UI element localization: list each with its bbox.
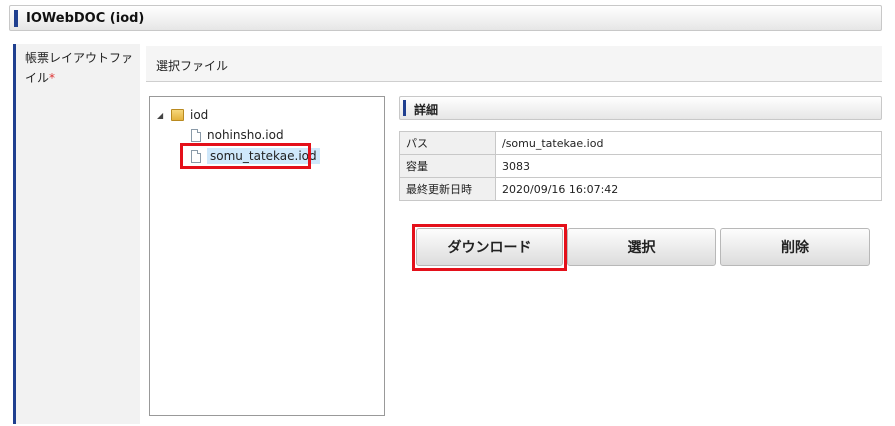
detail-key: 最終更新日時	[399, 177, 496, 201]
panel-title: IOWebDOC (iod)	[26, 11, 145, 26]
tree-node-file[interactable]: nohinsho.iod	[191, 126, 284, 144]
highlight-box	[180, 143, 311, 169]
detail-header-accent-bar	[403, 100, 406, 116]
file-selector: 選択ファイル ◢ iod nohinsho.iod somu_tatekae.i…	[144, 44, 884, 424]
highlight-box	[412, 224, 567, 271]
delete-button[interactable]: 削除	[720, 228, 870, 266]
detail-table: パス /somu_tatekae.iod 容量 3083 最終更新日時 2020…	[399, 131, 882, 201]
detail-title: 詳細	[414, 103, 439, 117]
field-label-text: 帳票レイアウトファイル	[25, 51, 134, 85]
file-selector-header-label: 選択ファイル	[156, 59, 229, 73]
detail-value: 3083	[495, 154, 882, 178]
detail-value: 2020/09/16 16:07:42	[495, 177, 882, 201]
file-selector-header: 選択ファイル	[146, 46, 882, 82]
triangle-down-icon[interactable]: ◢	[157, 111, 167, 120]
table-row: 最終更新日時 2020/09/16 16:07:42	[399, 177, 882, 201]
table-row: 容量 3083	[399, 154, 882, 178]
field-label-cell: 帳票レイアウトファイル*	[13, 44, 140, 424]
folder-icon	[171, 109, 184, 121]
field-label: 帳票レイアウトファイル*	[25, 48, 140, 88]
panel-header-accent-bar	[14, 10, 18, 27]
file-tree[interactable]: ◢ iod nohinsho.iod somu_tatekae.iod	[149, 96, 385, 416]
tree-node-root[interactable]: ◢ iod	[157, 106, 208, 124]
required-mark: *	[49, 71, 56, 85]
detail-key: 容量	[399, 154, 496, 178]
detail-value: /somu_tatekae.iod	[495, 131, 882, 155]
select-button[interactable]: 選択	[567, 228, 716, 266]
detail-key: パス	[399, 131, 496, 155]
tree-node-root-label: iod	[190, 108, 209, 122]
file-icon	[191, 128, 201, 142]
tree-node-file-label: nohinsho.iod	[207, 128, 284, 142]
table-row: パス /somu_tatekae.iod	[399, 131, 882, 155]
panel-header: IOWebDOC (iod)	[9, 5, 882, 31]
detail-header: 詳細	[399, 96, 882, 120]
